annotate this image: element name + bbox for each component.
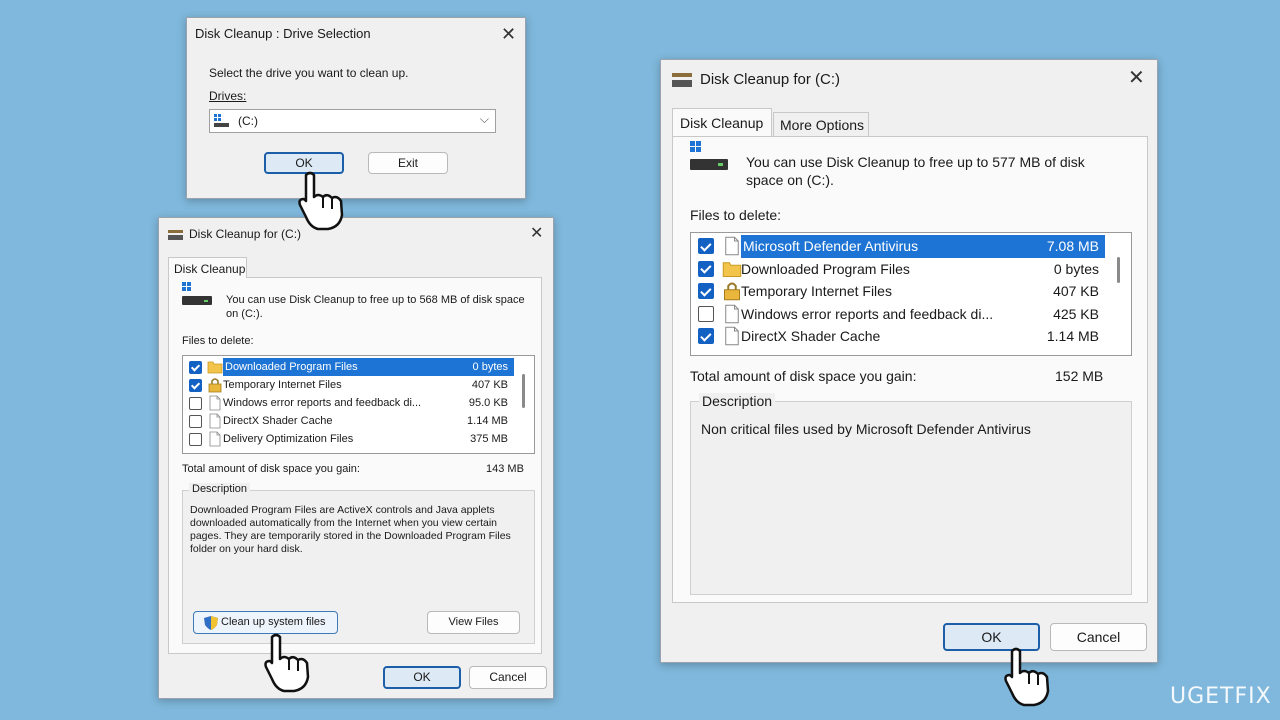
scrollbar[interactable] [1117, 257, 1120, 283]
files-listbox[interactable]: Downloaded Program Files 0 bytes Temporary… [182, 355, 535, 454]
disk-cleanup-icon [168, 230, 183, 240]
checkbox[interactable] [189, 378, 202, 392]
list-item[interactable]: Temporary Internet Files 407 KB [691, 280, 1131, 303]
file-icon [722, 304, 742, 327]
close-icon[interactable]: ✕ [501, 25, 516, 43]
file-name: Windows error reports and feedback di... [741, 305, 994, 322]
tab-more-options[interactable]: More Options [773, 112, 869, 136]
checkbox[interactable] [698, 260, 714, 277]
drive-icon [182, 282, 212, 305]
exit-button[interactable]: Exit [368, 152, 448, 174]
ok-button[interactable]: OK [383, 666, 461, 689]
file-icon [722, 236, 742, 259]
files-to-delete-label: Files to delete: [690, 207, 782, 223]
chevron-down-icon: ⌵ [479, 112, 489, 126]
file-size: 1.14 MB [1046, 328, 1099, 344]
close-icon[interactable]: ✕ [530, 225, 543, 243]
checkbox[interactable] [189, 414, 202, 428]
total-label: Total amount of disk space you gain: [690, 368, 917, 384]
file-name: Temporary Internet Files [223, 379, 342, 391]
tab-disk-cleanup[interactable]: Disk Cleanup [168, 257, 247, 278]
file-name: DirectX Shader Cache [741, 328, 881, 344]
folder-icon [722, 259, 742, 282]
file-icon [722, 326, 742, 349]
disk-cleanup-dialog-large: Disk Cleanup for (C:) ✕ Disk Cleanup Mor… [660, 59, 1158, 663]
total-value: 152 MB [1055, 368, 1104, 384]
info-text: You can use Disk Cleanup to free up to 5… [226, 294, 525, 320]
drive-icon [690, 141, 728, 170]
checkbox[interactable] [698, 283, 714, 300]
drive-select[interactable]: (C:) ⌵ [209, 109, 496, 133]
checkbox[interactable] [189, 396, 202, 410]
disk-cleanup-icon [672, 73, 692, 87]
list-item[interactable]: Downloaded Program Files 0 bytes [183, 358, 534, 376]
tab-disk-cleanup[interactable]: Disk Cleanup [672, 108, 772, 136]
pointer-hand-icon [264, 633, 310, 693]
file-icon [207, 431, 223, 450]
pointer-hand-icon [298, 171, 344, 231]
file-size: 375 MB [470, 433, 508, 445]
files-to-delete-label: Files to delete: [182, 335, 254, 347]
shield-icon [204, 616, 218, 630]
list-item[interactable]: Delivery Optimization Files 375 MB [183, 430, 534, 448]
checkbox[interactable] [698, 305, 714, 322]
list-item[interactable]: DirectX Shader Cache 1.14 MB [691, 325, 1131, 348]
total-label: Total amount of disk space you gain: [182, 463, 360, 475]
drive-icon [214, 114, 229, 127]
file-size: 425 KB [1053, 305, 1099, 322]
dialog-title: Disk Cleanup for (C:) [700, 71, 841, 88]
view-files-button[interactable]: View Files [427, 611, 520, 634]
file-size: 95.0 KB [468, 397, 508, 409]
description-group: Description Downloaded Program Files are… [182, 483, 535, 644]
dialog-title: Disk Cleanup : Drive Selection [195, 26, 371, 41]
cancel-button[interactable]: Cancel [469, 666, 547, 689]
checkbox[interactable] [189, 360, 202, 374]
drive-prompt: Select the drive you want to clean up. [209, 66, 409, 80]
description-group: Description Non critical files used by M… [690, 393, 1132, 595]
selected-drive: (C:) [238, 114, 258, 128]
list-item[interactable]: Temporary Internet Files 407 KB [183, 376, 534, 394]
disk-cleanup-dialog-small: Disk Cleanup for (C:) ✕ Disk Cleanup You… [158, 217, 554, 699]
cancel-button[interactable]: Cancel [1050, 623, 1147, 651]
checkbox[interactable] [698, 328, 714, 345]
info-text: You can use Disk Cleanup to free up to 5… [746, 154, 1085, 188]
drive-selection-dialog: Disk Cleanup : Drive Selection ✕ Select … [186, 17, 526, 199]
file-name: Delivery Optimization Files [223, 433, 354, 445]
description-title: Description [189, 483, 251, 495]
file-name: Temporary Internet Files [741, 283, 892, 299]
file-size: 407 KB [471, 379, 508, 391]
dialog-title: Disk Cleanup for (C:) [189, 227, 302, 241]
file-size: 407 KB [1053, 283, 1099, 299]
description-title: Description [699, 393, 776, 409]
file-size: 0 bytes [472, 361, 508, 373]
list-item[interactable]: Windows error reports and feedback di...… [691, 303, 1131, 326]
pointer-hand-icon [1004, 647, 1050, 707]
tab-panel: You can use Disk Cleanup to free up to 5… [672, 136, 1148, 603]
file-size: 7.08 MB [1046, 238, 1099, 254]
checkbox[interactable] [189, 432, 202, 446]
file-size: 0 bytes [1053, 260, 1099, 277]
close-icon[interactable]: ✕ [1128, 68, 1145, 88]
files-listbox[interactable]: Microsoft Defender Antivirus 7.08 MB Downl… [690, 232, 1132, 356]
clean-up-system-files-button[interactable]: Clean up system files [193, 611, 338, 634]
list-item[interactable]: DirectX Shader Cache 1.14 MB [183, 412, 534, 430]
watermark-logo: UGETFIX [1170, 684, 1272, 709]
total-value: 143 MB [486, 463, 524, 475]
description-text: Downloaded Program Files are ActiveX con… [190, 504, 511, 555]
scrollbar[interactable] [522, 374, 525, 408]
file-size: 1.14 MB [467, 415, 508, 427]
drives-label: Drives: [209, 89, 247, 103]
description-text: Non critical files used by Microsoft Def… [701, 421, 1031, 437]
file-name: DirectX Shader Cache [223, 415, 333, 427]
list-item[interactable]: Downloaded Program Files 0 bytes [691, 258, 1131, 281]
checkbox[interactable] [698, 238, 714, 255]
list-item[interactable]: Windows error reports and feedback di...… [183, 394, 534, 412]
file-name: Windows error reports and feedback di... [223, 397, 422, 409]
list-item[interactable]: Microsoft Defender Antivirus 7.08 MB [691, 235, 1131, 258]
clean-up-system-files-label: Clean up system files [221, 616, 326, 628]
lock-icon [722, 281, 742, 304]
file-name: Downloaded Program Files [741, 260, 910, 277]
tab-panel: You can use Disk Cleanup to free up to 5… [168, 277, 542, 654]
